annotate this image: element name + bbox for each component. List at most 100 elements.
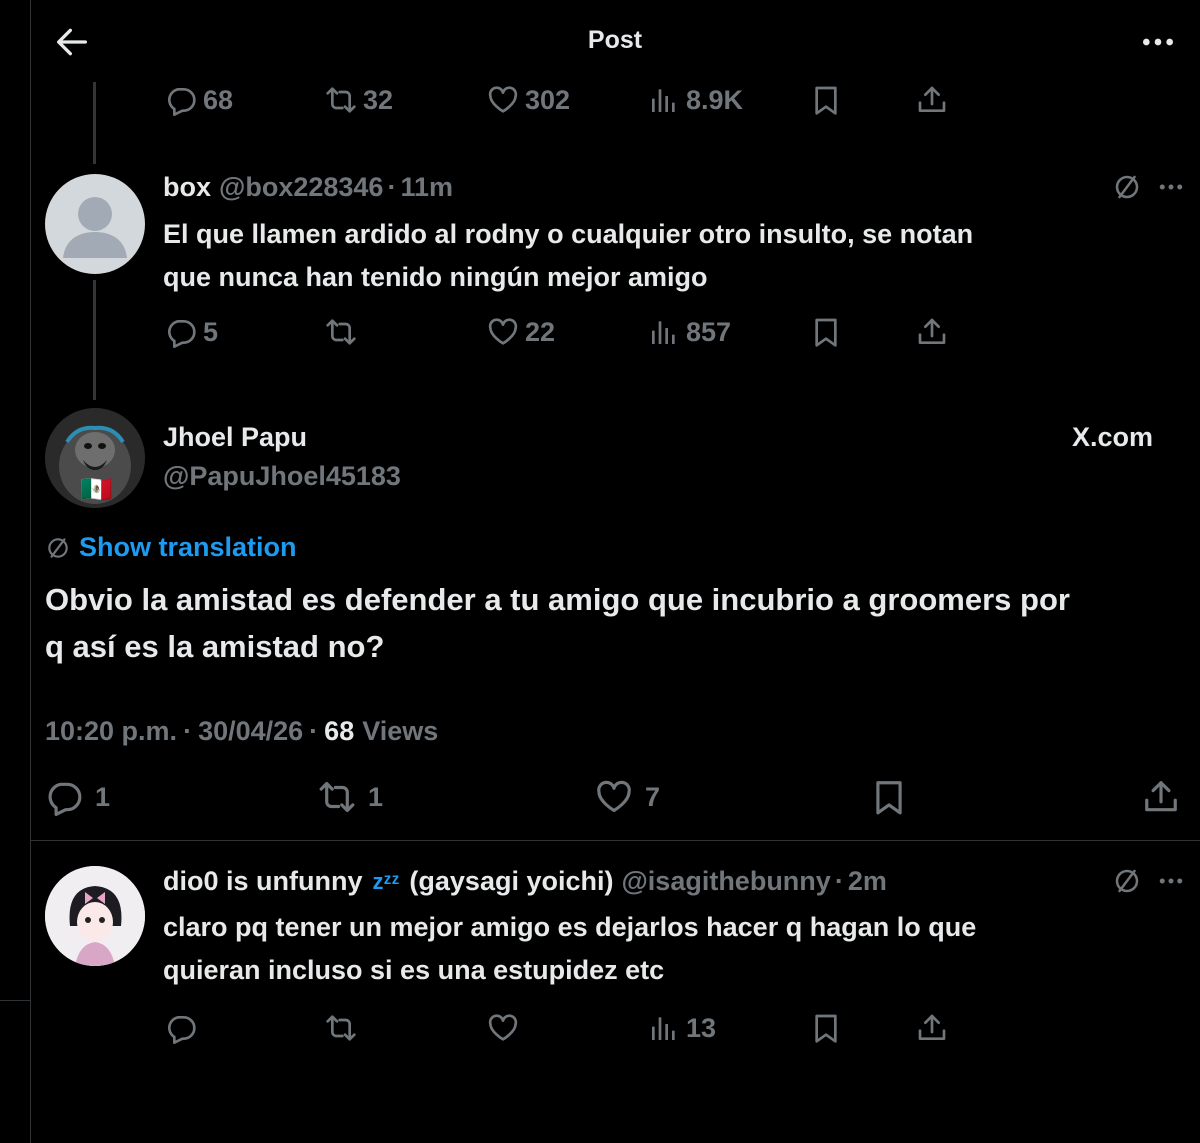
post-text: que nunca han tenido ningún mejor amigo xyxy=(163,262,708,292)
reply-button[interactable] xyxy=(165,1012,197,1044)
views-count: 13 xyxy=(686,1012,717,1043)
user-handle[interactable]: @PapuJhoel45183 xyxy=(163,461,401,492)
share-button[interactable] xyxy=(916,316,948,348)
repost-button[interactable] xyxy=(325,1012,357,1044)
separator: · xyxy=(183,716,193,746)
page-header: Post xyxy=(30,0,1200,82)
views-icon xyxy=(648,1012,680,1044)
post-date[interactable]: 30/04/26 xyxy=(198,716,303,747)
default-avatar-icon xyxy=(63,197,127,258)
more-button[interactable] xyxy=(1156,866,1186,896)
show-translation-link[interactable]: Show translation xyxy=(45,532,297,563)
repost-icon xyxy=(318,778,356,816)
translate-icon xyxy=(1112,866,1142,896)
repost-button[interactable]: 32 xyxy=(325,84,393,116)
like-icon xyxy=(487,316,519,348)
repost-count: 1 xyxy=(368,781,384,812)
bookmark-icon xyxy=(810,1012,842,1044)
avatar[interactable] xyxy=(45,174,145,274)
thread-line xyxy=(93,280,96,400)
share-button[interactable] xyxy=(1142,778,1180,816)
repost-icon xyxy=(325,316,357,348)
more-icon xyxy=(1138,22,1178,62)
share-button[interactable] xyxy=(916,1012,948,1044)
post-text: quieran incluso si es una estupidez etc xyxy=(163,955,665,985)
reply-count: 68 xyxy=(203,84,234,115)
like-count: 22 xyxy=(525,316,556,347)
views-button[interactable]: 857 xyxy=(648,316,731,348)
like-button[interactable]: 22 xyxy=(487,316,555,348)
share-icon xyxy=(1142,778,1180,816)
translate-icon xyxy=(1112,172,1142,202)
like-icon xyxy=(595,778,633,816)
repost-count: 32 xyxy=(363,84,394,115)
page-title: Post xyxy=(587,26,643,54)
bookmark-button[interactable] xyxy=(810,84,842,116)
translate-button[interactable] xyxy=(1112,172,1142,202)
anime-avatar-image xyxy=(45,866,145,966)
display-name-suffix[interactable]: (gaysagi yoichi) xyxy=(409,866,613,897)
post-text: claro pq tener un mejor amigo es dejarlo… xyxy=(163,912,977,942)
views-button[interactable]: 13 xyxy=(648,1012,716,1044)
reply-icon xyxy=(45,778,83,816)
bookmark-icon xyxy=(810,316,842,348)
separator: · xyxy=(309,716,319,746)
views-count: 68 xyxy=(324,716,355,746)
bookmark-button[interactable] xyxy=(810,1012,842,1044)
translate-button[interactable] xyxy=(1112,866,1142,896)
user-handle[interactable]: @isagithebunny xyxy=(621,866,830,897)
show-translation-label: Show translation xyxy=(79,532,297,562)
bookmark-icon xyxy=(870,778,908,816)
like-icon xyxy=(487,1012,519,1044)
separator: · xyxy=(387,172,397,202)
views-icon xyxy=(648,84,680,116)
user-handle[interactable]: @box228346 xyxy=(219,172,383,203)
views-button[interactable]: 8.9K xyxy=(648,84,743,116)
translate-icon xyxy=(45,535,71,561)
sidebar-divider xyxy=(0,1000,30,1001)
post-text: Obvio la amistad es defender a tu amigo … xyxy=(45,582,1070,617)
views-count: 857 xyxy=(686,316,732,347)
like-button[interactable]: 302 xyxy=(487,84,570,116)
more-button[interactable] xyxy=(1138,22,1182,62)
display-name[interactable]: box xyxy=(163,172,211,203)
like-count: 7 xyxy=(645,781,661,812)
thread-line xyxy=(93,82,96,164)
post-time[interactable]: 10:20 p.m. xyxy=(45,716,177,747)
post-time[interactable]: 11m xyxy=(400,172,453,203)
repost-icon xyxy=(325,1012,357,1044)
reply-button[interactable]: 1 xyxy=(45,778,110,816)
reply-count: 1 xyxy=(95,781,111,812)
more-icon xyxy=(1156,866,1186,896)
divider xyxy=(30,840,1200,841)
reply-icon xyxy=(165,1012,197,1044)
share-icon xyxy=(916,316,948,348)
reply-count: 5 xyxy=(203,316,219,347)
views-label: Views xyxy=(362,716,439,746)
avatar[interactable] xyxy=(45,866,145,966)
column-border xyxy=(30,0,31,1143)
display-name[interactable]: Jhoel Papu xyxy=(163,422,307,453)
bookmark-button[interactable] xyxy=(870,778,908,816)
separator: · xyxy=(834,866,844,896)
repost-button[interactable] xyxy=(325,316,357,348)
post-time[interactable]: 2m xyxy=(848,866,887,897)
reply-icon xyxy=(165,84,197,116)
bookmark-icon xyxy=(810,84,842,116)
like-button[interactable] xyxy=(487,1012,519,1044)
repost-button[interactable]: 1 xyxy=(318,778,383,816)
share-button[interactable] xyxy=(916,84,948,116)
more-button[interactable] xyxy=(1156,172,1186,202)
post-text: El que llamen ardido al rodny o cualquie… xyxy=(163,219,974,249)
more-icon xyxy=(1156,172,1186,202)
reply-button[interactable]: 5 xyxy=(165,316,218,348)
reply-icon xyxy=(165,316,197,348)
display-name[interactable]: dio0 is unfunny xyxy=(163,866,363,897)
like-icon xyxy=(487,84,519,116)
like-button[interactable]: 7 xyxy=(595,778,660,816)
like-count: 302 xyxy=(525,84,571,115)
reply-button[interactable]: 68 xyxy=(165,84,233,116)
repost-icon xyxy=(325,84,357,116)
post-text: q así es la amistad no? xyxy=(45,629,385,664)
bookmark-button[interactable] xyxy=(810,316,842,348)
